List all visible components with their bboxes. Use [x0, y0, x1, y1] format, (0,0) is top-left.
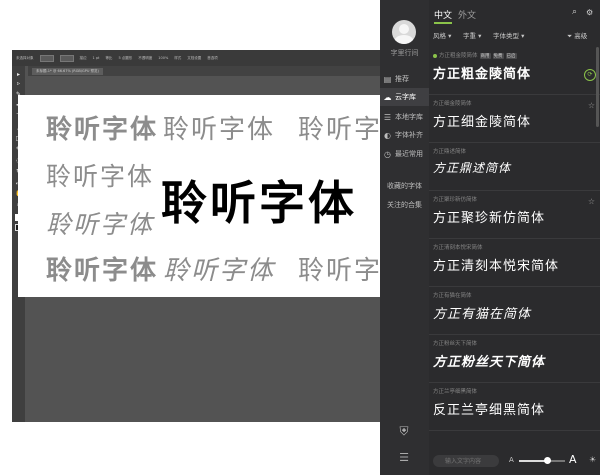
- control-bar: 未选择对象 描边 1 pt 等比 5 点圆形 不透明度 100% 样式 文档设置…: [12, 50, 384, 66]
- language-tabs: 中文 外文 ⌕ ⚙: [429, 0, 600, 26]
- style-label[interactable]: 样式: [174, 56, 181, 61]
- document-tab-bar: 未标题-1* @ 66.67% (RGB/GPU 预览): [28, 66, 384, 76]
- filter-weight-dropdown[interactable]: 字重 ▾: [463, 30, 481, 40]
- list-scrollbar[interactable]: [596, 47, 599, 127]
- star-icon[interactable]: ☆: [588, 197, 595, 206]
- preview-size-slider[interactable]: [519, 457, 565, 464]
- tab-foreign[interactable]: 外文: [458, 8, 476, 21]
- sidebar: 字里行间 ▤ 推荐 ☁ 云字库 ☰ 本地字库 ◐ 字体补齐 ◷ 最近常用 收藏的…: [380, 0, 429, 475]
- nav-item-local-library[interactable]: ☰ 本地字库: [380, 108, 429, 126]
- font-preview: 方正粗金陵简体: [433, 67, 532, 82]
- font-preview: 反正兰亭细黑简体: [433, 403, 546, 418]
- font-item[interactable]: 方正聚珍新仿简体 方正聚珍新仿简体 ☆: [429, 191, 600, 239]
- avatar[interactable]: [392, 20, 416, 44]
- font-name: 方正鼎述简体: [433, 149, 467, 155]
- clock-icon: ◷: [384, 149, 391, 159]
- font-name: 方正粗金陵简体 商用 免费 已启: [433, 51, 517, 59]
- font-item[interactable]: 方正细金陵简体 方正细金陵简体 ☆: [429, 95, 600, 143]
- font-item[interactable]: 方正粉丝天下简体 方正粉丝天下简体: [429, 335, 600, 383]
- font-preview: 方正聚珍新仿简体: [433, 211, 546, 226]
- bottom-toolbar: ✎ A A ☀: [429, 448, 600, 475]
- opacity-label: 不透明度: [138, 55, 153, 60]
- slider-fill: [519, 460, 547, 462]
- font-manager-panel: 字里行间 ▤ 推荐 ☁ 云字库 ☰ 本地字库 ◐ 字体补齐 ◷ 最近常用 收藏的…: [380, 0, 600, 475]
- fill-swatch[interactable]: [39, 54, 54, 62]
- search-icon[interactable]: ⌕: [572, 7, 577, 17]
- size-big-label: A: [569, 453, 577, 466]
- direct-selection-tool-icon[interactable]: ▹: [15, 81, 22, 87]
- brush-select[interactable]: 5 点圆形: [118, 56, 132, 61]
- font-name: 方正有猫在简体: [433, 293, 472, 299]
- sync-icon[interactable]: ⟳: [584, 69, 596, 81]
- font-preview: 方正清刻本悦宋简体: [433, 259, 560, 274]
- font-name: 方正聚珍新仿简体: [433, 197, 478, 203]
- artwork-text: 聆听字体: [163, 115, 276, 145]
- username[interactable]: 字里行间: [380, 48, 429, 58]
- nav-label: 推荐: [395, 75, 409, 83]
- font-list-area: 中文 外文 ⌕ ⚙ 风格 ▾ 字重 ▾ 字体类型 ▾ ⏷ 高级 方正粗金陵简体商…: [429, 0, 600, 475]
- filter-style-dropdown[interactable]: 风格 ▾: [433, 30, 451, 40]
- uniform-select[interactable]: 等比: [105, 56, 112, 61]
- font-name: 方正兰亭细黑简体: [433, 389, 478, 395]
- font-preview: 方正鼎述简体: [433, 161, 512, 175]
- artwork-text: 聆听字体: [46, 115, 159, 145]
- font-preview: 方正细金陵简体: [433, 115, 532, 130]
- filter-type-dropdown[interactable]: 字体类型 ▾: [493, 30, 524, 40]
- shield-icon[interactable]: ⛨: [397, 424, 411, 438]
- nav-label: 本地字库: [395, 113, 423, 121]
- document-tab[interactable]: 未标题-1* @ 66.67% (RGB/GPU 预览): [32, 68, 103, 75]
- font-item[interactable]: 方正粗金陵简体 商用 免费 已启 方正粗金陵简体 ⟳: [429, 47, 600, 95]
- artwork-text: 聆听字体: [298, 115, 384, 145]
- filter-icon: ⏷: [567, 32, 573, 40]
- preferences-button[interactable]: 首选项: [207, 56, 218, 61]
- artwork-text: 聆听字体: [298, 256, 384, 286]
- nav-label: 云字库: [395, 93, 416, 101]
- artwork-text: 聆听字体: [46, 210, 155, 239]
- font-item[interactable]: 方正有猫在简体 方正有猫在简体: [429, 287, 600, 335]
- grid-icon: ☰: [383, 112, 392, 122]
- nav-item-cloud-library[interactable]: ☁ 云字库: [380, 88, 429, 106]
- nav-label: 最近常用: [395, 150, 423, 158]
- star-icon[interactable]: ☆: [588, 101, 595, 110]
- artwork-text: 聆听字体: [46, 162, 155, 191]
- active-dot: [433, 53, 437, 58]
- settings-icon[interactable]: ⚙: [586, 8, 593, 17]
- selection-tool-icon[interactable]: ▸: [15, 72, 22, 78]
- stroke-weight-field[interactable]: 1 pt: [93, 56, 100, 60]
- menu-icon[interactable]: ☰: [396, 452, 412, 464]
- artwork-text-selected[interactable]: 聆听字体: [161, 167, 357, 233]
- document-setup-button[interactable]: 文档设置: [187, 56, 201, 61]
- opacity-field[interactable]: 100%: [158, 56, 168, 60]
- nav-item-favorite-fonts[interactable]: 收藏的字体: [380, 181, 429, 191]
- stroke-label: 描边: [79, 55, 87, 60]
- font-preview: 方正有猫在简体: [433, 307, 532, 322]
- nav-item-recommend[interactable]: ▤ 推荐: [380, 70, 429, 88]
- list-icon: ▤: [383, 74, 392, 84]
- font-item[interactable]: 方正鼎述简体 方正鼎述简体: [429, 143, 600, 191]
- font-preview: 方正粉丝天下简体: [433, 355, 546, 370]
- cloud-icon: ☁: [383, 92, 392, 102]
- nav-label: 字体补齐: [395, 131, 423, 139]
- font-name: 方正清刻本悦宋简体: [433, 245, 483, 251]
- tab-chinese[interactable]: 中文: [434, 8, 453, 24]
- artwork-text: 聆听字体: [46, 256, 159, 286]
- size-small-label: A: [509, 456, 514, 464]
- nav-item-followed-collections[interactable]: 关注的合集: [380, 200, 429, 210]
- nav-item-font-completion[interactable]: ◐ 字体补齐: [380, 126, 429, 144]
- stroke-swatch[interactable]: [59, 54, 74, 62]
- artboard: 聆听字体 聆听字体 聆听字体 聆听字体 聆听字体 聆听字体 聆听字体 聆听字体 …: [18, 95, 384, 297]
- font-name: 方正粉丝天下简体: [433, 341, 478, 347]
- font-item[interactable]: 方正清刻本悦宋简体 方正清刻本悦宋简体: [429, 239, 600, 287]
- control-label: 未选择对象: [16, 55, 34, 60]
- contrast-icon: ◐: [384, 130, 391, 140]
- artwork-text: 聆听字体: [163, 256, 276, 286]
- filter-bar: 风格 ▾ 字重 ▾ 字体类型 ▾ ⏷ 高级: [429, 27, 600, 43]
- slider-knob[interactable]: [543, 457, 551, 464]
- preview-text-input[interactable]: [433, 455, 499, 467]
- brightness-icon[interactable]: ☀: [589, 455, 596, 464]
- advanced-filter-button[interactable]: ⏷ 高级: [567, 30, 587, 41]
- nav-item-recent[interactable]: ◷ 最近常用: [380, 145, 429, 163]
- font-name: 方正细金陵简体: [433, 101, 472, 107]
- font-item[interactable]: 方正兰亭细黑简体 反正兰亭细黑简体: [429, 383, 600, 431]
